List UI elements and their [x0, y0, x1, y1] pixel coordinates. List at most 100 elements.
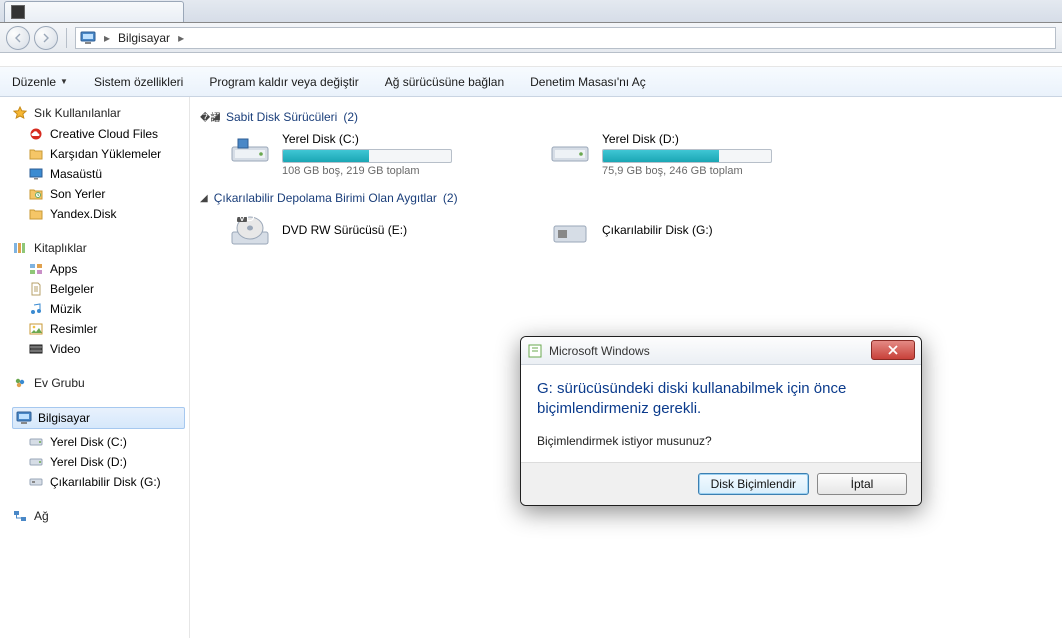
drive-name: Yerel Disk (D:) — [602, 132, 808, 146]
sidebar-item-desktop[interactable]: Masaüstü — [12, 164, 185, 184]
spacer — [0, 53, 1062, 67]
network-header[interactable]: Ağ — [12, 508, 185, 524]
homegroup-group: Ev Grubu — [12, 375, 185, 391]
breadcrumb-item[interactable]: Bilgisayar — [118, 31, 170, 45]
libraries-group: Kitaplıklar Apps Belgeler Müzik Resimler… — [12, 240, 185, 359]
uninstall-program-button[interactable]: Program kaldır veya değiştir — [209, 75, 358, 89]
pictures-icon — [28, 321, 44, 337]
dvd-drive-icon: DVD — [228, 213, 272, 249]
sidebar-item-label: Yerel Disk (D:) — [50, 455, 127, 469]
video-icon — [28, 341, 44, 357]
computer-header[interactable]: Bilgisayar — [12, 407, 185, 429]
group-hard-drives[interactable]: �語 ◢ Sabit Disk Sürücüleri (2) — [200, 109, 1052, 124]
sidebar-item-label: Video — [50, 342, 80, 356]
cloud-icon — [28, 126, 44, 142]
sidebar-item-label: Müzik — [50, 302, 81, 316]
sidebar-item-label: Belgeler — [50, 282, 94, 296]
close-button[interactable] — [871, 340, 915, 360]
close-icon — [887, 345, 899, 355]
sidebar-item-drive-c[interactable]: Yerel Disk (C:) — [12, 432, 185, 452]
capacity-bar — [282, 149, 452, 163]
sidebar-item-label: Apps — [50, 262, 77, 276]
sidebar-item-label: Karşıdan Yüklemeler — [50, 147, 161, 161]
favorites-label: Sık Kullanılanlar — [34, 106, 121, 120]
navigation-bar: ▸ Bilgisayar ▸ — [0, 23, 1062, 53]
sidebar-item-pictures[interactable]: Resimler — [12, 319, 185, 339]
drive-e[interactable]: DVD DVD RW Sürücüsü (E:) — [228, 213, 488, 249]
drive-stats: 108 GB boş, 219 GB toplam — [282, 165, 488, 177]
drive-g[interactable]: Çıkarılabilir Disk (G:) — [548, 213, 808, 249]
sidebar-item-music[interactable]: Müzik — [12, 299, 185, 319]
map-network-drive-button[interactable]: Ağ sürücüsüne bağlan — [385, 75, 504, 89]
documents-icon — [28, 281, 44, 297]
format-dialog: Microsoft Windows G: sürücüsündeki diski… — [520, 336, 922, 506]
sidebar-item-creative-cloud[interactable]: Creative Cloud Files — [12, 124, 185, 144]
homegroup-header[interactable]: Ev Grubu — [12, 375, 185, 391]
browser-tab[interactable] — [4, 1, 184, 22]
hard-drive-icon — [28, 434, 44, 450]
sidebar-item-label: Creative Cloud Files — [50, 127, 158, 141]
libraries-label: Kitaplıklar — [34, 241, 87, 255]
drive-info: Yerel Disk (D:) 75,9 GB boş, 246 GB topl… — [602, 132, 808, 177]
format-disk-button[interactable]: Disk Biçimlendir — [698, 473, 809, 495]
sidebar-item-downloads[interactable]: Karşıdan Yüklemeler — [12, 144, 185, 164]
forward-button[interactable] — [34, 26, 58, 50]
hard-drive-icon — [228, 132, 272, 168]
homegroup-icon — [12, 375, 28, 391]
sidebar-item-documents[interactable]: Belgeler — [12, 279, 185, 299]
address-breadcrumb[interactable]: ▸ Bilgisayar ▸ — [75, 27, 1056, 49]
sidebar-item-label: Resimler — [50, 322, 97, 336]
browser-tab-strip — [0, 0, 1062, 23]
music-icon — [28, 301, 44, 317]
group-removable[interactable]: ◢ Çıkarılabilir Depolama Birimi Olan Ayg… — [200, 191, 1052, 205]
dialog-title: Microsoft Windows — [549, 344, 650, 358]
back-button[interactable] — [6, 26, 30, 50]
capacity-bar — [602, 149, 772, 163]
sidebar-item-drive-g[interactable]: Çıkarılabilir Disk (G:) — [12, 472, 185, 492]
drive-row: DVD DVD RW Sürücüsü (E:) Çıkarılabilir D… — [228, 213, 1052, 249]
recent-icon — [28, 186, 44, 202]
navigation-pane: Sık Kullanılanlar Creative Cloud Files K… — [0, 97, 190, 638]
collapse-caret-icon: ◢ — [212, 111, 220, 122]
chevron-right-icon: ▸ — [100, 31, 114, 45]
dialog-main-text: G: sürücüsündeki diski kullanabilmek içi… — [537, 379, 905, 420]
group-title: Çıkarılabilir Depolama Birimi Olan Aygıt… — [214, 191, 437, 205]
sidebar-item-drive-d[interactable]: Yerel Disk (D:) — [12, 452, 185, 472]
drive-info: Çıkarılabilir Disk (G:) — [602, 213, 808, 249]
drive-name: Yerel Disk (C:) — [282, 132, 488, 146]
homegroup-label: Ev Grubu — [34, 376, 85, 390]
sidebar-item-apps[interactable]: Apps — [12, 259, 185, 279]
sidebar-item-label: Son Yerler — [50, 187, 105, 201]
sidebar-item-yandex[interactable]: Yandex.Disk — [12, 204, 185, 224]
arrow-right-icon — [41, 33, 51, 43]
favorites-header[interactable]: Sık Kullanılanlar — [12, 105, 185, 121]
computer-group: Bilgisayar Yerel Disk (C:) Yerel Disk (D… — [12, 407, 185, 492]
dialog-titlebar[interactable]: Microsoft Windows — [521, 337, 921, 365]
desktop-icon — [28, 166, 44, 182]
drive-c[interactable]: Yerel Disk (C:) 108 GB boş, 219 GB topla… — [228, 132, 488, 177]
drive-info: DVD RW Sürücüsü (E:) — [282, 213, 488, 249]
sidebar-item-label: Yerel Disk (C:) — [50, 435, 127, 449]
sidebar-item-label: Yandex.Disk — [50, 207, 116, 221]
organize-label: Düzenle — [12, 75, 56, 89]
command-toolbar: Düzenle ▼ Sistem özellikleri Program kal… — [0, 67, 1062, 97]
apps-icon — [28, 261, 44, 277]
sidebar-item-recent[interactable]: Son Yerler — [12, 184, 185, 204]
drive-d[interactable]: Yerel Disk (D:) 75,9 GB boş, 246 GB topl… — [548, 132, 808, 177]
hard-drive-icon — [28, 454, 44, 470]
open-control-panel-button[interactable]: Denetim Masası'nı Aç — [530, 75, 646, 89]
dialog-icon — [527, 343, 543, 359]
sidebar-item-label: Çıkarılabilir Disk (G:) — [50, 475, 161, 489]
libraries-header[interactable]: Kitaplıklar — [12, 240, 185, 256]
star-icon — [12, 105, 28, 121]
folder-icon — [28, 146, 44, 162]
drive-info: Yerel Disk (C:) 108 GB boş, 219 GB topla… — [282, 132, 488, 177]
cancel-button[interactable]: İptal — [817, 473, 907, 495]
dialog-button-row: Disk Biçimlendir İptal — [521, 462, 921, 505]
removable-drive-icon — [548, 213, 592, 249]
tab-favicon — [11, 5, 25, 19]
organize-menu[interactable]: Düzenle ▼ — [12, 75, 68, 89]
sidebar-item-video[interactable]: Video — [12, 339, 185, 359]
system-properties-button[interactable]: Sistem özellikleri — [94, 75, 183, 89]
drive-name: DVD RW Sürücüsü (E:) — [282, 223, 488, 237]
